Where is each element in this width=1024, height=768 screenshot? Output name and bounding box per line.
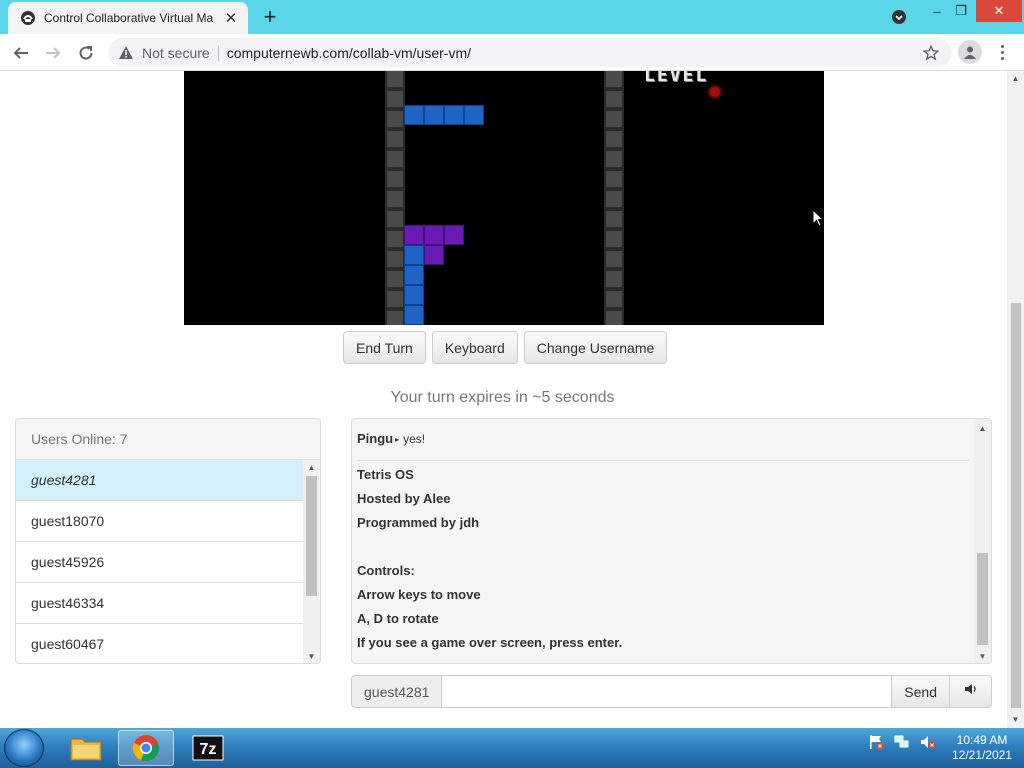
page-content: LEVEL End Turn Keyboard Change Username …	[0, 71, 1024, 728]
user-item-self[interactable]: guest4281	[16, 460, 304, 501]
end-turn-button[interactable]: End Turn	[343, 331, 426, 364]
users-scrollbar[interactable]: ▲ ▼	[303, 460, 320, 663]
page-scrollbar[interactable]: ▲ ▼	[1007, 71, 1024, 728]
clock-date: 12/21/2021	[951, 748, 1013, 762]
collabvm-favicon-icon	[20, 10, 36, 26]
browser-menu-icon[interactable]	[992, 40, 1012, 64]
browser-tab[interactable]: Control Collaborative Virtual Ma ✕	[8, 2, 248, 34]
chat-message-user[interactable]: Pingu	[357, 431, 393, 446]
minimize-icon[interactable]: –	[926, 0, 948, 22]
turn-status: Your turn expires in ~5 seconds	[0, 389, 1007, 407]
url-text[interactable]: computernewb.com/collab-vm/user-vm/	[227, 45, 952, 61]
keyboard-button[interactable]: Keyboard	[431, 331, 518, 364]
scroll-down-icon[interactable]: ▼	[303, 649, 320, 663]
scroll-up-icon[interactable]: ▲	[303, 460, 320, 474]
tab-title: Control Collaborative Virtual Ma	[44, 11, 214, 25]
vm-button-group: End Turn Keyboard Change Username	[343, 331, 668, 364]
new-tab-icon[interactable]: +	[258, 6, 282, 28]
users-scrollbar-thumb[interactable]	[306, 476, 317, 596]
chat-scrollbar-thumb[interactable]	[977, 553, 988, 645]
chat-panel: Pingu ▸ yes! Tetris OS Hosted by Alee Prog…	[351, 418, 992, 664]
svg-text:7z: 7z	[200, 741, 217, 758]
browser-toolbar: Not secure computernewb.com/collab-vm/us…	[0, 34, 1024, 71]
user-item[interactable]: guest60467	[16, 624, 304, 663]
change-username-button[interactable]: Change Username	[523, 331, 668, 364]
reload-icon[interactable]	[73, 40, 99, 66]
chat-motd: Tetris OS Hosted by Alee Programmed by j…	[357, 463, 969, 655]
turn-status-text: Your turn expires in ~5 seconds	[390, 389, 615, 406]
scroll-down-icon[interactable]: ▼	[974, 649, 991, 663]
browser-tab-bar: Control Collaborative Virtual Ma ✕ + – ❐…	[0, 0, 1024, 34]
7zip-icon[interactable]: 7z	[180, 730, 236, 766]
warning-triangle-icon	[118, 45, 134, 61]
users-online-panel: Users Online: 7 guest4281 guest18070 gue…	[15, 418, 321, 664]
clock-time: 10:49 AM	[956, 733, 1008, 747]
tab-close-icon[interactable]: ✕	[222, 9, 240, 27]
users-list: guest4281 guest18070 guest45926 guest463…	[16, 460, 304, 663]
scroll-down-icon[interactable]: ▼	[1007, 712, 1024, 726]
taskbar-clock[interactable]: 10:49 AM 12/21/2021	[946, 733, 1018, 763]
vm-display[interactable]: LEVEL	[184, 71, 824, 325]
user-item[interactable]: guest18070	[16, 501, 304, 542]
restore-icon[interactable]: ❐	[950, 0, 972, 22]
chat-message-text: yes!	[403, 432, 426, 446]
forward-arrow-icon[interactable]	[40, 40, 66, 66]
mouse-cursor-icon	[812, 208, 824, 232]
security-label[interactable]: Not secure	[142, 45, 210, 61]
system-tray	[868, 734, 936, 750]
chat-message: Pingu ▸ yes!	[357, 431, 969, 461]
send-button[interactable]: Send	[892, 675, 950, 708]
motd-line	[357, 535, 969, 559]
chat-arrow-icon: ▸	[395, 435, 400, 444]
file-explorer-icon[interactable]	[58, 730, 114, 766]
speaker-icon	[964, 682, 978, 701]
window-close-icon[interactable]: ✕	[976, 0, 1022, 22]
motd-line: Tetris OS	[357, 467, 414, 482]
sound-toggle-button[interactable]	[950, 675, 992, 708]
chat-scrollbar[interactable]: ▲ ▼	[974, 419, 991, 663]
profile-avatar-icon[interactable]	[958, 40, 982, 64]
page-scrollbar-thumb[interactable]	[1011, 303, 1021, 708]
back-arrow-icon[interactable]	[8, 40, 34, 66]
user-item[interactable]: guest45926	[16, 542, 304, 583]
motd-line: If you see a game over screen, press ent…	[357, 635, 623, 650]
users-online-header: Users Online: 7	[16, 419, 320, 460]
volume-muted-icon[interactable]	[920, 734, 936, 750]
chrome-icon[interactable]	[118, 730, 174, 766]
tab-search-icon[interactable]	[888, 6, 910, 28]
chat-username-label: guest4281	[351, 675, 442, 708]
motd-line: Controls:	[357, 563, 415, 578]
scroll-up-icon[interactable]: ▲	[1007, 71, 1024, 85]
action-center-flag-icon[interactable]	[868, 734, 884, 750]
start-button-icon[interactable]	[4, 729, 44, 767]
scroll-up-icon[interactable]: ▲	[974, 421, 991, 435]
chat-input[interactable]	[441, 675, 893, 708]
motd-line: Arrow keys to move	[357, 587, 481, 602]
address-bar[interactable]: Not secure computernewb.com/collab-vm/us…	[108, 38, 952, 67]
chat-input-group: guest4281 Send	[351, 675, 992, 708]
chat-log: Pingu ▸ yes! Tetris OS Hosted by Alee Prog…	[352, 419, 974, 663]
motd-line: A, D to rotate	[357, 611, 439, 626]
tetris-level-indicator	[708, 85, 722, 99]
bookmark-star-icon[interactable]	[922, 44, 940, 62]
tetris-level-label: LEVEL	[644, 71, 709, 86]
windows-taskbar: 7z 10:49 AM 12/21/2021	[0, 728, 1024, 768]
network-icon[interactable]	[894, 734, 910, 750]
user-item[interactable]: guest46334	[16, 583, 304, 624]
motd-line: Programmed by jdh	[357, 515, 480, 530]
motd-line: Hosted by Alee	[357, 491, 451, 506]
omnibox-divider	[217, 44, 219, 61]
